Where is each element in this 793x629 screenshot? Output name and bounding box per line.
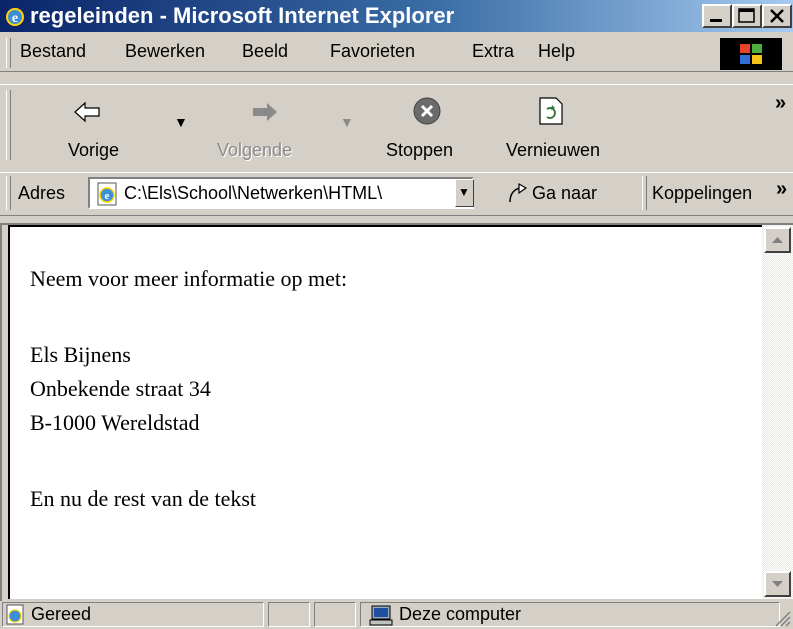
address-grip[interactable]: [6, 176, 11, 210]
ie-page-status-icon: [6, 604, 24, 625]
toolbar-grip[interactable]: [6, 90, 11, 160]
back-arrow-icon: [74, 101, 100, 123]
resize-grip-icon[interactable]: [774, 610, 791, 627]
status-pane-1: [268, 602, 310, 627]
menu-bestand[interactable]: Bestand: [20, 41, 86, 62]
ie-logo-icon: e: [6, 8, 24, 26]
page-text-city: B-1000 Wereldstad: [30, 410, 200, 435]
page-text-name: Els Bijnens: [30, 342, 131, 367]
refresh-button[interactable]: Vernieuwen: [500, 92, 620, 162]
page-text-street: Onbekende straat 34: [30, 376, 211, 401]
forward-arrow-icon: [253, 103, 277, 121]
svg-text:e: e: [12, 11, 18, 26]
status-pane-main: Gereed: [2, 602, 264, 627]
address-input[interactable]: e C:\Els\School\Netwerken\HTML\: [88, 177, 474, 209]
window-title: regeleinden - Microsoft Internet Explore…: [30, 3, 455, 28]
svg-text:e: e: [105, 190, 110, 202]
close-icon: [770, 9, 784, 23]
ie-page-icon: e: [97, 182, 117, 206]
minimize-button[interactable]: [702, 4, 732, 28]
stop-icon: [413, 97, 441, 125]
refresh-icon: [539, 97, 563, 125]
menu-favorieten[interactable]: Favorieten: [330, 41, 415, 62]
address-label: Adres: [18, 183, 66, 203]
stop-button[interactable]: Stoppen: [382, 92, 472, 162]
address-dropdown-button[interactable]: ▼: [455, 179, 474, 207]
links-grip[interactable]: [642, 176, 647, 210]
menu-bewerken[interactable]: Bewerken: [125, 41, 205, 62]
menu-help[interactable]: Help: [538, 41, 575, 62]
windows-logo-icon: [720, 38, 782, 70]
stop-label: Stoppen: [386, 140, 454, 160]
back-button[interactable]: Vorige: [30, 92, 140, 162]
go-button[interactable]: Ga naar: [500, 178, 630, 208]
menu-extra[interactable]: Extra: [472, 41, 514, 62]
maximize-icon: [738, 8, 755, 23]
computer-icon: [369, 605, 393, 626]
toolbar-overflow-icon[interactable]: »: [775, 92, 786, 115]
back-label: Vorige: [68, 140, 120, 160]
vertical-scrollbar[interactable]: [762, 225, 793, 599]
refresh-label: Vernieuwen: [506, 140, 601, 160]
status-pane-2: [314, 602, 356, 627]
go-arrow-icon: [509, 182, 528, 203]
chevron-down-icon: ▼: [458, 185, 470, 199]
back-dropdown-icon[interactable]: ▼: [174, 114, 188, 130]
zone-text: Deze computer: [399, 604, 522, 624]
forward-button[interactable]: Volgende: [210, 92, 320, 162]
scroll-down-button[interactable]: [764, 571, 791, 597]
links-label[interactable]: Koppelingen: [652, 183, 752, 204]
page-text-intro: Neem voor meer informatie op met:: [30, 266, 348, 291]
go-label: Ga naar: [532, 183, 598, 203]
arrow-down-icon: [772, 581, 783, 587]
menu-beeld[interactable]: Beeld: [242, 41, 288, 62]
status-pane-zone: Deze computer: [360, 602, 780, 627]
page-text-rest: En nu de rest van de tekst: [30, 486, 257, 511]
arrow-up-icon: [772, 237, 783, 243]
forward-dropdown-icon[interactable]: ▼: [340, 114, 354, 130]
links-overflow-icon[interactable]: »: [776, 178, 787, 201]
scroll-up-button[interactable]: [764, 227, 791, 253]
forward-label: Volgende: [217, 140, 293, 160]
close-button[interactable]: [762, 4, 792, 28]
menu-grip[interactable]: [6, 38, 11, 68]
address-value: C:\Els\School\Netwerken\HTML\: [124, 183, 383, 203]
minimize-icon: [710, 19, 722, 22]
maximize-button[interactable]: [732, 4, 762, 28]
status-text: Gereed: [31, 604, 92, 624]
title-bar[interactable]: e regeleinden - Microsoft Internet Explo…: [0, 0, 793, 32]
